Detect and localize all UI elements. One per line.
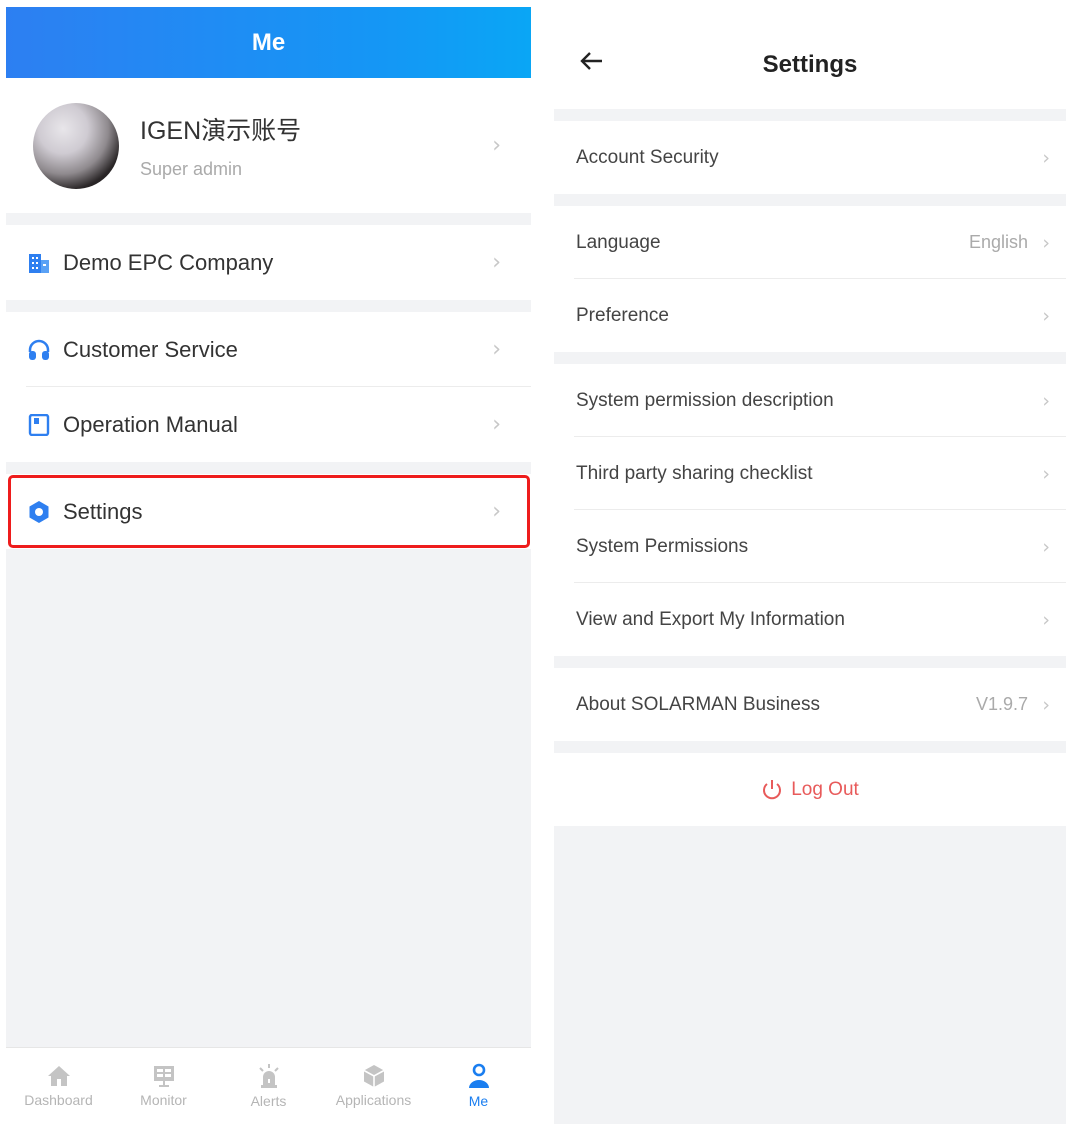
- tab-alerts[interactable]: Alerts: [216, 1048, 321, 1124]
- export-info-row[interactable]: View and Export My Information ›: [554, 583, 1066, 656]
- language-label: Language: [576, 231, 661, 253]
- tab-monitor[interactable]: Monitor: [111, 1048, 216, 1124]
- back-arrow-icon[interactable]: [580, 52, 604, 75]
- language-value: English: [968, 232, 1028, 252]
- third-party-label: Third party sharing checklist: [576, 462, 813, 484]
- headset-icon: [26, 337, 52, 363]
- page-title: Settings: [762, 50, 858, 78]
- power-icon: [763, 779, 782, 799]
- monitor-icon: [153, 1066, 174, 1087]
- chevron-right-icon: ›: [492, 250, 501, 275]
- chevron-right-icon: ›: [492, 412, 501, 437]
- chevron-right-icon: ›: [492, 133, 501, 158]
- chevron-right-icon: ›: [1042, 608, 1050, 631]
- export-info-label: View and Export My Information: [576, 608, 845, 630]
- tab-applications[interactable]: Applications: [321, 1048, 426, 1124]
- tab-dashboard[interactable]: Dashboard: [6, 1048, 111, 1124]
- chevron-right-icon: ›: [492, 337, 501, 362]
- chevron-right-icon: ›: [1042, 389, 1050, 412]
- tab-label: Monitor: [140, 1092, 187, 1108]
- operation-manual-row[interactable]: Operation Manual ›: [6, 387, 531, 462]
- chevron-right-icon: ›: [1042, 231, 1050, 254]
- language-row[interactable]: Language English ›: [554, 206, 1066, 279]
- tab-label: Dashboard: [24, 1092, 93, 1108]
- profile-role: Super admin: [140, 159, 243, 179]
- user-icon: [468, 1063, 489, 1088]
- chevron-right-icon: ›: [1042, 535, 1050, 558]
- system-permissions-row[interactable]: System Permissions ›: [554, 510, 1066, 583]
- logout-button[interactable]: Log Out: [554, 753, 1066, 826]
- avatar: [33, 102, 119, 189]
- alarm-icon: [258, 1064, 279, 1088]
- third-party-row[interactable]: Third party sharing checklist ›: [554, 437, 1066, 510]
- system-permissions-label: System Permissions: [576, 535, 749, 557]
- book-icon: [26, 412, 52, 438]
- home-icon: [47, 1066, 70, 1086]
- tab-me[interactable]: Me: [426, 1048, 531, 1124]
- chevron-right-icon: ›: [1042, 146, 1050, 169]
- me-screen: Me IGEN演示账号 Super admin › Demo EPC Compa…: [6, 7, 531, 1124]
- bottom-tab-bar: Dashboard Monitor Alerts Applications Me: [6, 1047, 531, 1124]
- customer-service-row[interactable]: Customer Service ›: [6, 312, 531, 387]
- chevron-right-icon: ›: [1042, 693, 1050, 716]
- chevron-right-icon: ›: [1042, 304, 1050, 327]
- profile-card[interactable]: IGEN演示账号 Super admin ›: [6, 78, 531, 213]
- settings-highlight-box: [8, 475, 530, 548]
- about-row[interactable]: About SOLARMAN Business V1.9.7 ›: [554, 668, 1066, 741]
- tab-label: Alerts: [250, 1093, 287, 1109]
- preference-label: Preference: [576, 304, 669, 326]
- permission-description-row[interactable]: System permission description ›: [554, 364, 1066, 437]
- me-header: Me: [6, 7, 531, 78]
- customer-service-label: Customer Service: [63, 336, 238, 362]
- settings-screen: Settings Account Security › Language Eng…: [554, 20, 1066, 1124]
- page-title: Me: [251, 28, 286, 56]
- permission-description-label: System permission description: [576, 389, 834, 411]
- tab-label: Me: [468, 1093, 489, 1109]
- about-label: About SOLARMAN Business: [576, 693, 820, 715]
- company-label: Demo EPC Company: [63, 249, 274, 275]
- preference-row[interactable]: Preference ›: [554, 279, 1066, 352]
- chevron-right-icon: ›: [1042, 462, 1050, 485]
- tab-label: Applications: [335, 1092, 412, 1108]
- version-value: V1.9.7: [975, 694, 1028, 714]
- building-icon: [26, 250, 52, 276]
- profile-name: IGEN演示账号: [140, 117, 302, 145]
- cube-icon: [363, 1065, 384, 1087]
- settings-header: Settings: [554, 20, 1066, 109]
- company-row[interactable]: Demo EPC Company ›: [6, 225, 531, 300]
- account-security-row[interactable]: Account Security ›: [554, 121, 1066, 194]
- logout-label: Log Out: [791, 778, 859, 800]
- operation-manual-label: Operation Manual: [63, 411, 238, 437]
- account-security-label: Account Security: [576, 146, 719, 168]
